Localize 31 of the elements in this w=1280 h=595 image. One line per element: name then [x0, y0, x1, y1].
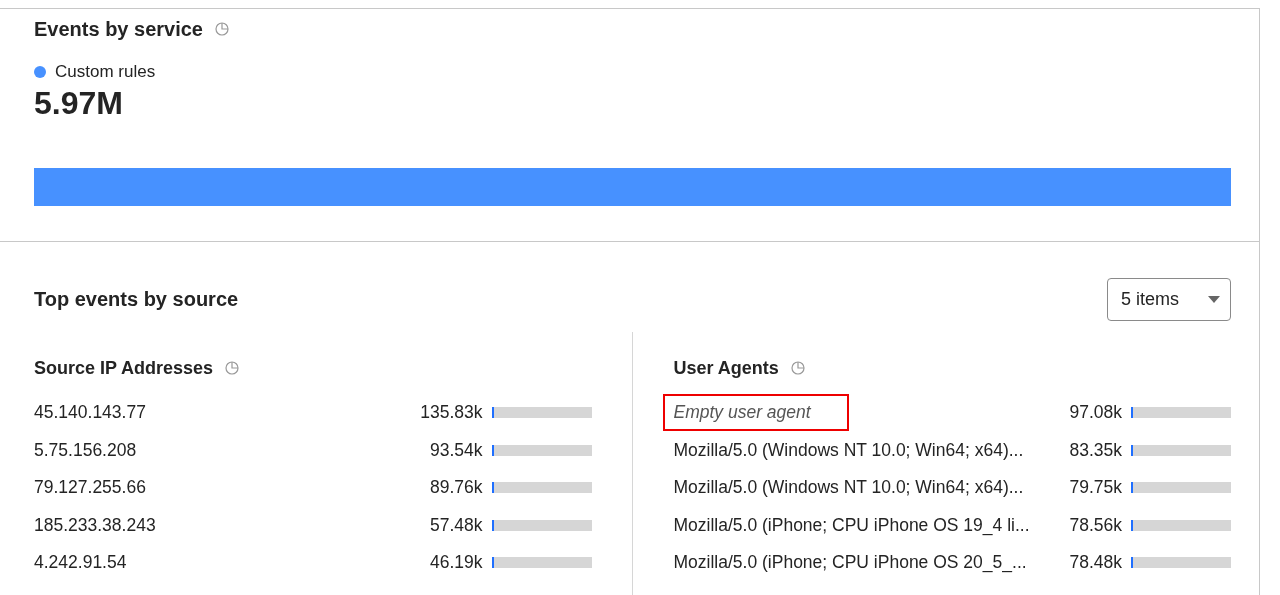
row-value: 83.35k [1069, 439, 1122, 461]
items-dropdown[interactable]: 5 items [1107, 278, 1231, 321]
row-label[interactable]: 185.233.38.243 [34, 514, 420, 536]
row-value: 78.48k [1069, 552, 1122, 574]
pie-chart-icon[interactable] [225, 361, 240, 375]
total-value: 5.97M [34, 85, 124, 122]
highlighted-row-label[interactable]: Empty user agent [664, 396, 847, 430]
row-value: 93.54k [429, 439, 483, 461]
section-title: Events by service [34, 17, 203, 41]
row-label[interactable]: Mozilla/5.0 (Windows NT 10.0; Win64; x64)... [673, 439, 1060, 461]
legend-label: Custom rules [55, 62, 156, 82]
row-label[interactable]: 45.140.143.77 [34, 402, 411, 424]
pie-chart-icon[interactable] [215, 22, 229, 36]
row-label[interactable]: 5.75.156.208 [34, 439, 420, 461]
row-value: 135.83k [420, 402, 483, 424]
panel-title: Source IP Addresses [34, 357, 214, 379]
row-label[interactable]: Mozilla/5.0 (iPhone; CPU iPhone OS 19_4 li... [673, 514, 1060, 536]
row-value: 78.56k [1069, 514, 1122, 536]
row-value: 89.76k [429, 477, 483, 499]
row-value: 46.19k [429, 552, 483, 574]
row-label[interactable]: Mozilla/5.0 (Windows NT 10.0; Win64; x64)... [673, 477, 1060, 499]
row-value: 57.48k [429, 514, 483, 536]
pie-chart-icon[interactable] [790, 361, 805, 375]
row-value: 79.75k [1069, 477, 1122, 499]
section-title: Top events by source [34, 288, 239, 311]
row-label[interactable]: Mozilla/5.0 (iPhone; CPU iPhone OS 20_5_... [673, 552, 1060, 574]
caret-icon [1208, 296, 1220, 303]
panel-title: User Agents [673, 357, 779, 379]
row-label[interactable]: 4.242.91.54 [34, 552, 420, 574]
row-value: 97.08k [1069, 402, 1122, 424]
row-label[interactable]: 79.127.255.66 [34, 477, 420, 499]
